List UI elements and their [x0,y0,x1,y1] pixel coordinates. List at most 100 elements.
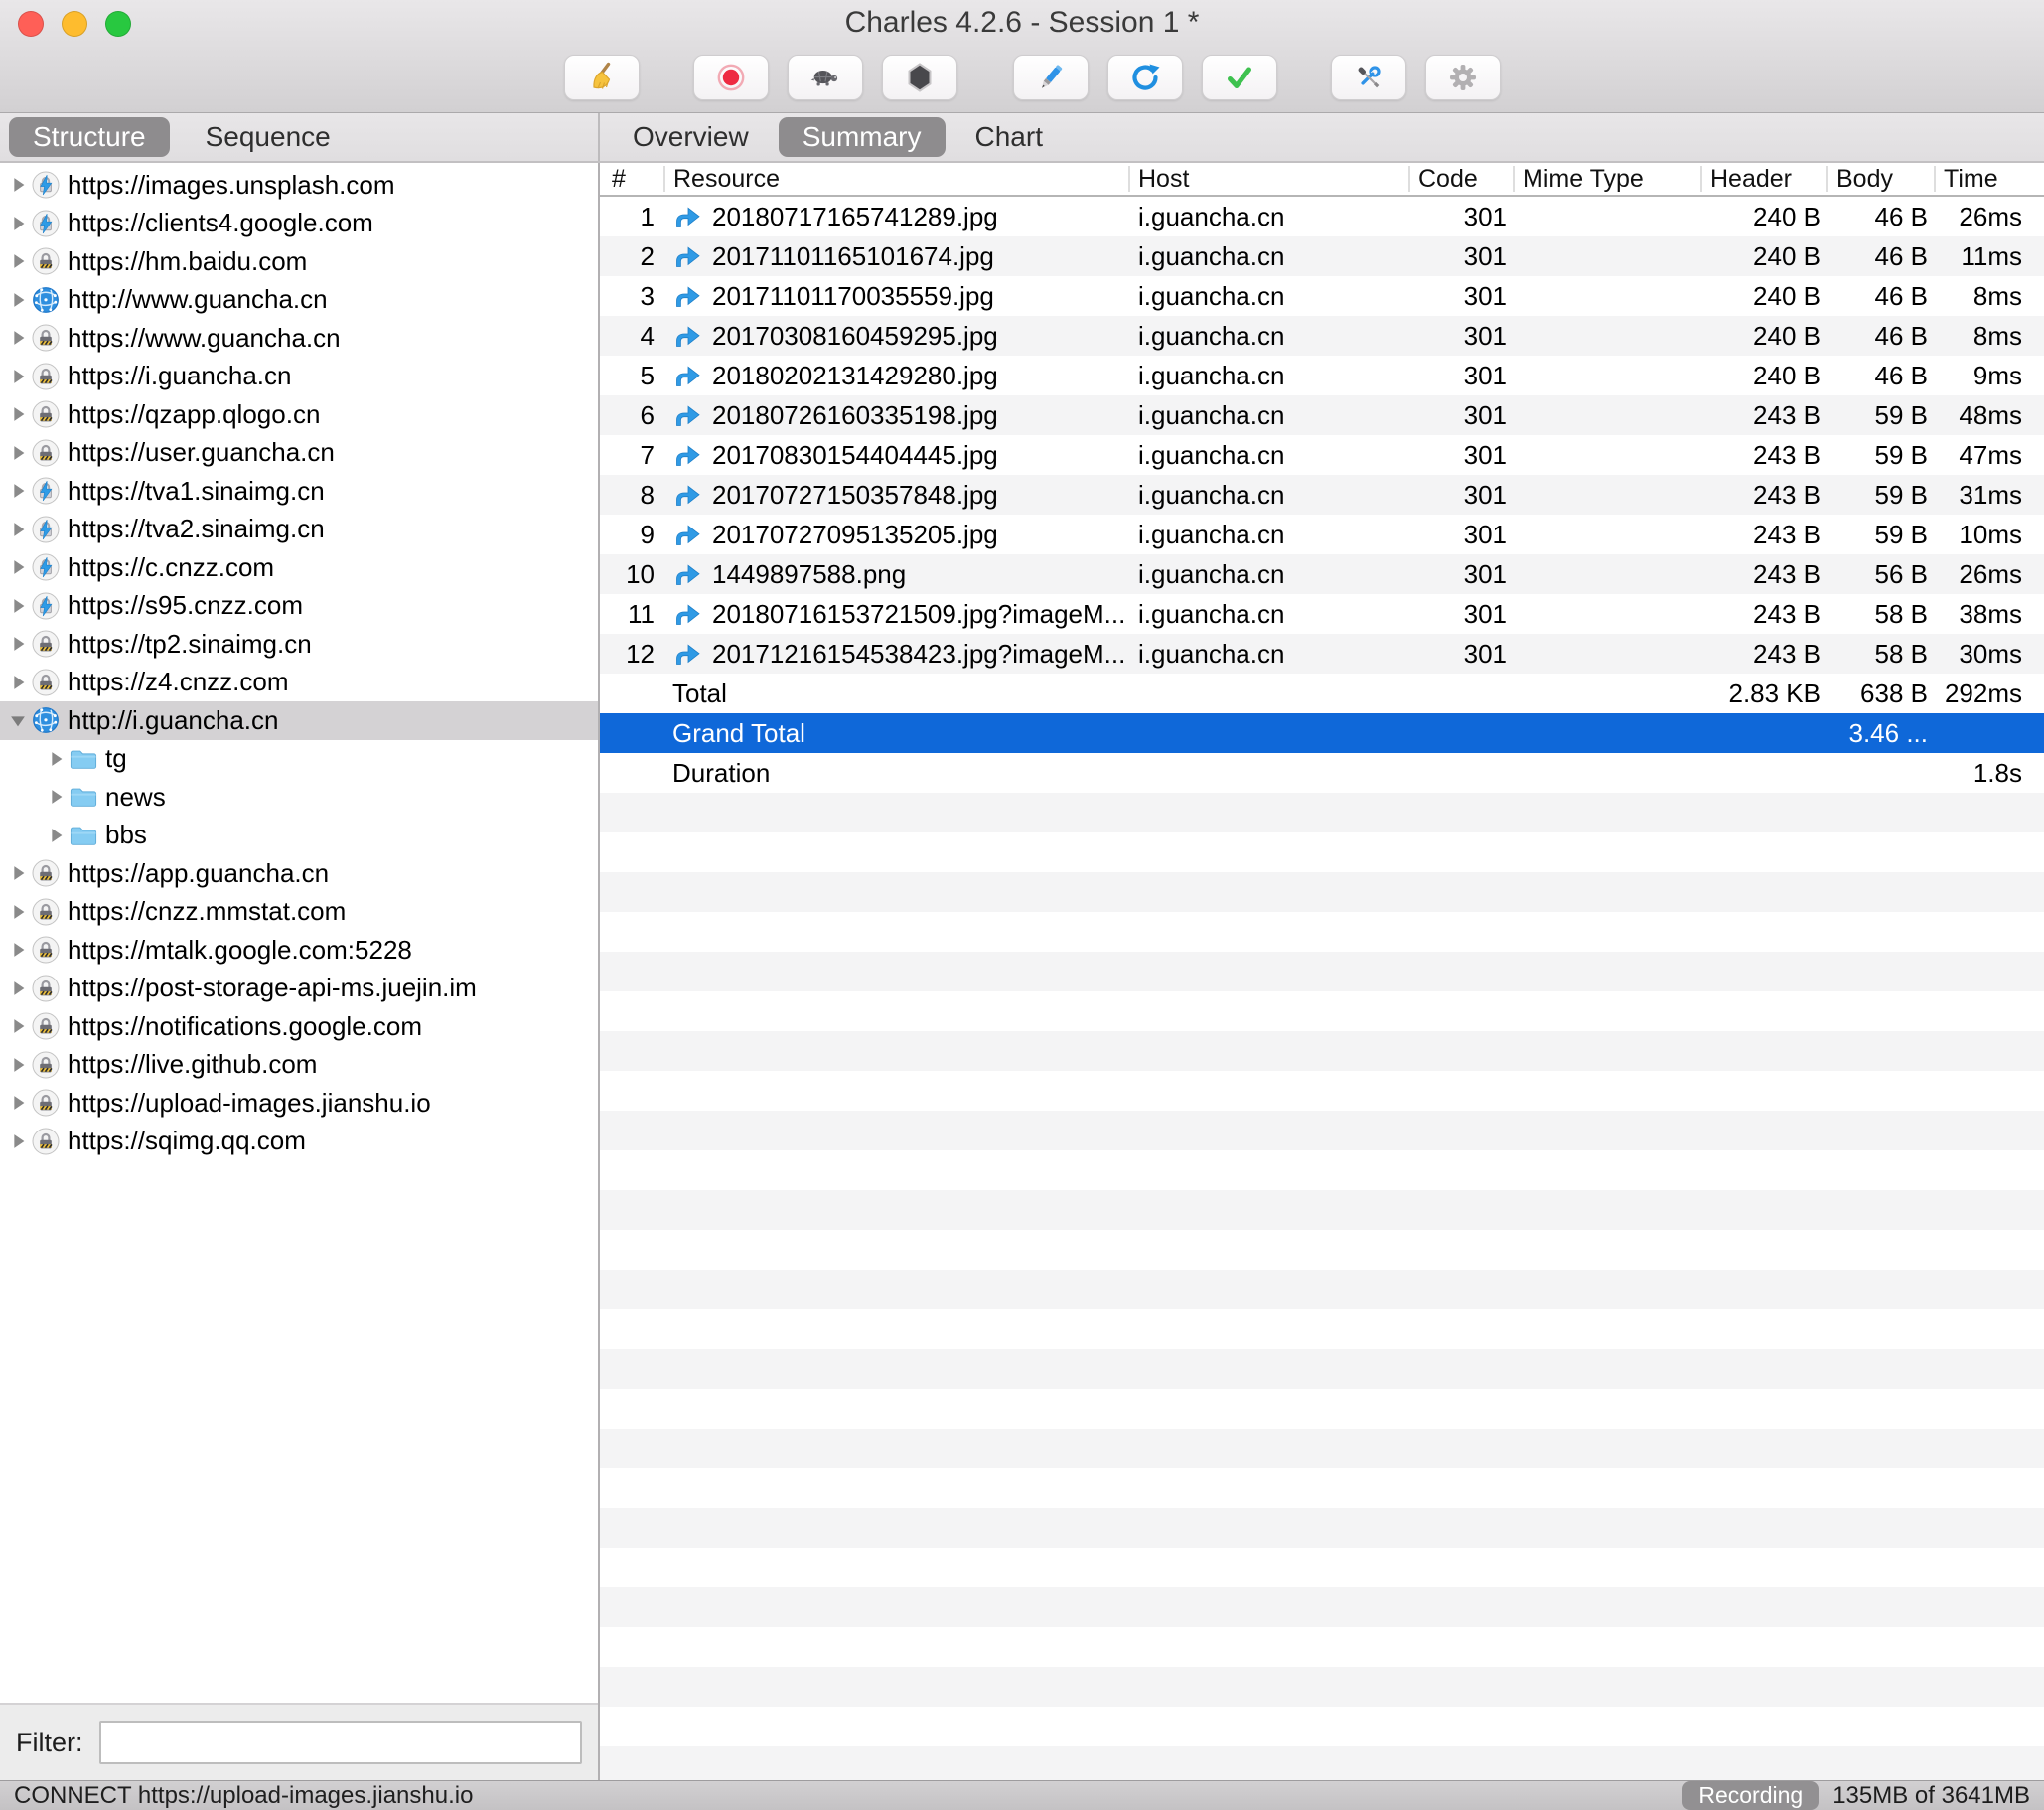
disclosure-right-icon[interactable] [6,939,30,961]
request-row[interactable]: 101449897588.pngi.guancha.cn301243 B56 B… [600,554,2044,594]
column-header-mime[interactable]: Mime Type [1513,163,1700,195]
disclosure-right-icon[interactable] [6,1131,30,1152]
request-row[interactable]: 520180202131429280.jpgi.guancha.cn301240… [600,356,2044,395]
tree-item[interactable]: https://www.guancha.cn [0,319,598,358]
tree-item[interactable]: https://i.guancha.cn [0,358,598,396]
tree-item[interactable]: https://s95.cnzz.com [0,587,598,626]
filter-input[interactable] [99,1721,582,1764]
disclosure-right-icon[interactable] [6,862,30,884]
column-header-host[interactable]: Host [1128,163,1408,195]
cell-body: 56 B [1826,554,1934,594]
disclosure-right-icon[interactable] [6,480,30,502]
breakpoints-button[interactable] [882,55,957,100]
cell-num: 7 [600,435,663,475]
tab-overview[interactable]: Overview [633,121,749,153]
summary-row-total[interactable]: Total2.83 KB638 B292ms [600,674,2044,713]
request-row[interactable]: 1120180716153721509.jpg?imageM...i.guanc… [600,594,2044,634]
column-header-code[interactable]: Code [1408,163,1513,195]
tree-item[interactable]: https://c.cnzz.com [0,548,598,587]
tree-item[interactable]: https://images.unsplash.com [0,166,598,205]
disclosure-right-icon[interactable] [6,1092,30,1114]
request-row[interactable]: 620180726160335198.jpgi.guancha.cn301243… [600,395,2044,435]
tab-summary[interactable]: Summary [779,117,946,157]
request-row[interactable]: 820170727150357848.jpgi.guancha.cn301243… [600,475,2044,515]
column-header-num[interactable]: # [600,163,663,195]
disclosure-right-icon[interactable] [6,672,30,693]
request-row[interactable]: 320171101170035559.jpgi.guancha.cn301240… [600,276,2044,316]
settings-button[interactable] [1425,55,1501,100]
request-row[interactable]: 120180717165741289.jpgi.guancha.cn301240… [600,197,2044,236]
compose-button[interactable] [1013,55,1089,100]
tree-item[interactable]: http://i.guancha.cn [0,701,598,740]
tree-item[interactable]: https://tva2.sinaimg.cn [0,511,598,549]
disclosure-right-icon[interactable] [6,519,30,540]
disclosure-right-icon[interactable] [6,403,30,425]
tree-item[interactable]: https://qzapp.qlogo.cn [0,395,598,434]
request-row[interactable]: 720170830154404445.jpgi.guancha.cn301243… [600,435,2044,475]
column-header-time[interactable]: Time [1934,163,2044,195]
empty-row [600,1707,2044,1746]
tree-item[interactable]: tg [0,740,598,779]
disclosure-right-icon[interactable] [6,366,30,387]
cell-header: 240 B [1700,276,1826,316]
tab-structure[interactable]: Structure [9,117,170,157]
validate-button[interactable] [1202,55,1277,100]
tree-item[interactable]: https://sqimg.qq.com [0,1123,598,1161]
request-row[interactable]: 920170727095135205.jpgi.guancha.cn301243… [600,515,2044,554]
tree-item[interactable]: https://notifications.google.com [0,1007,598,1046]
tree-item[interactable]: https://clients4.google.com [0,205,598,243]
tree-item[interactable]: https://user.guancha.cn [0,434,598,473]
disclosure-right-icon[interactable] [6,901,30,923]
tree-item[interactable]: https://z4.cnzz.com [0,664,598,702]
cell-resource: 20170727150357848.jpg [663,475,1128,515]
disclosure-right-icon[interactable] [6,250,30,272]
throttle-button[interactable] [788,55,863,100]
disclosure-right-icon[interactable] [6,595,30,617]
request-row[interactable]: 420170308160459295.jpgi.guancha.cn301240… [600,316,2044,356]
tree-item[interactable]: https://hm.baidu.com [0,242,598,281]
tree-item[interactable]: https://tva1.sinaimg.cn [0,472,598,511]
record-button[interactable] [693,55,769,100]
cell-code: 301 [1408,594,1513,634]
disclosure-right-icon[interactable] [6,442,30,464]
request-row[interactable]: 220171101165101674.jpgi.guancha.cn301240… [600,236,2044,276]
tree-item-label: https://tva2.sinaimg.cn [68,514,325,544]
tree-item[interactable]: https://live.github.com [0,1046,598,1085]
column-header-resource[interactable]: Resource [663,163,1128,195]
request-row[interactable]: 1220171216154538423.jpg?imageM...i.guanc… [600,634,2044,674]
tree-item[interactable]: https://cnzz.mmstat.com [0,893,598,932]
disclosure-right-icon[interactable] [6,633,30,655]
disclosure-right-icon[interactable] [6,213,30,234]
disclosure-right-icon[interactable] [6,1054,30,1076]
clear-session-button[interactable] [564,55,640,100]
tab-sequence[interactable]: Sequence [206,121,331,153]
disclosure-right-icon[interactable] [6,289,30,311]
disclosure-down-icon[interactable] [6,709,30,731]
disclosure-right-icon[interactable] [6,556,30,578]
repeat-button[interactable] [1107,55,1183,100]
tree-item[interactable]: http://www.guancha.cn [0,281,598,320]
cell-header: 243 B [1700,395,1826,435]
disclosure-right-icon[interactable] [6,327,30,349]
disclosure-right-icon[interactable] [6,174,30,196]
tree-item[interactable]: https://tp2.sinaimg.cn [0,625,598,664]
tree-item[interactable]: https://mtalk.google.com:5228 [0,931,598,970]
redirect-icon [672,400,702,430]
tree-item[interactable]: https://app.guancha.cn [0,854,598,893]
tree-item[interactable]: bbs [0,817,598,855]
tools-button[interactable] [1331,55,1406,100]
disclosure-right-icon[interactable] [44,748,68,770]
disclosure-right-icon[interactable] [44,786,68,808]
cell-time [1934,713,2044,753]
disclosure-right-icon[interactable] [6,978,30,999]
summary-row-duration[interactable]: Duration1.8s [600,753,2044,793]
tree-item[interactable]: https://post-storage-api-ms.juejin.im [0,970,598,1008]
disclosure-right-icon[interactable] [44,825,68,846]
column-header-body[interactable]: Body [1826,163,1934,195]
tree-item[interactable]: news [0,778,598,817]
summary-row-grand-total[interactable]: Grand Total3.46 ... [600,713,2044,753]
column-header-header[interactable]: Header [1700,163,1826,195]
tab-chart[interactable]: Chart [975,121,1043,153]
disclosure-right-icon[interactable] [6,1015,30,1037]
tree-item[interactable]: https://upload-images.jianshu.io [0,1084,598,1123]
